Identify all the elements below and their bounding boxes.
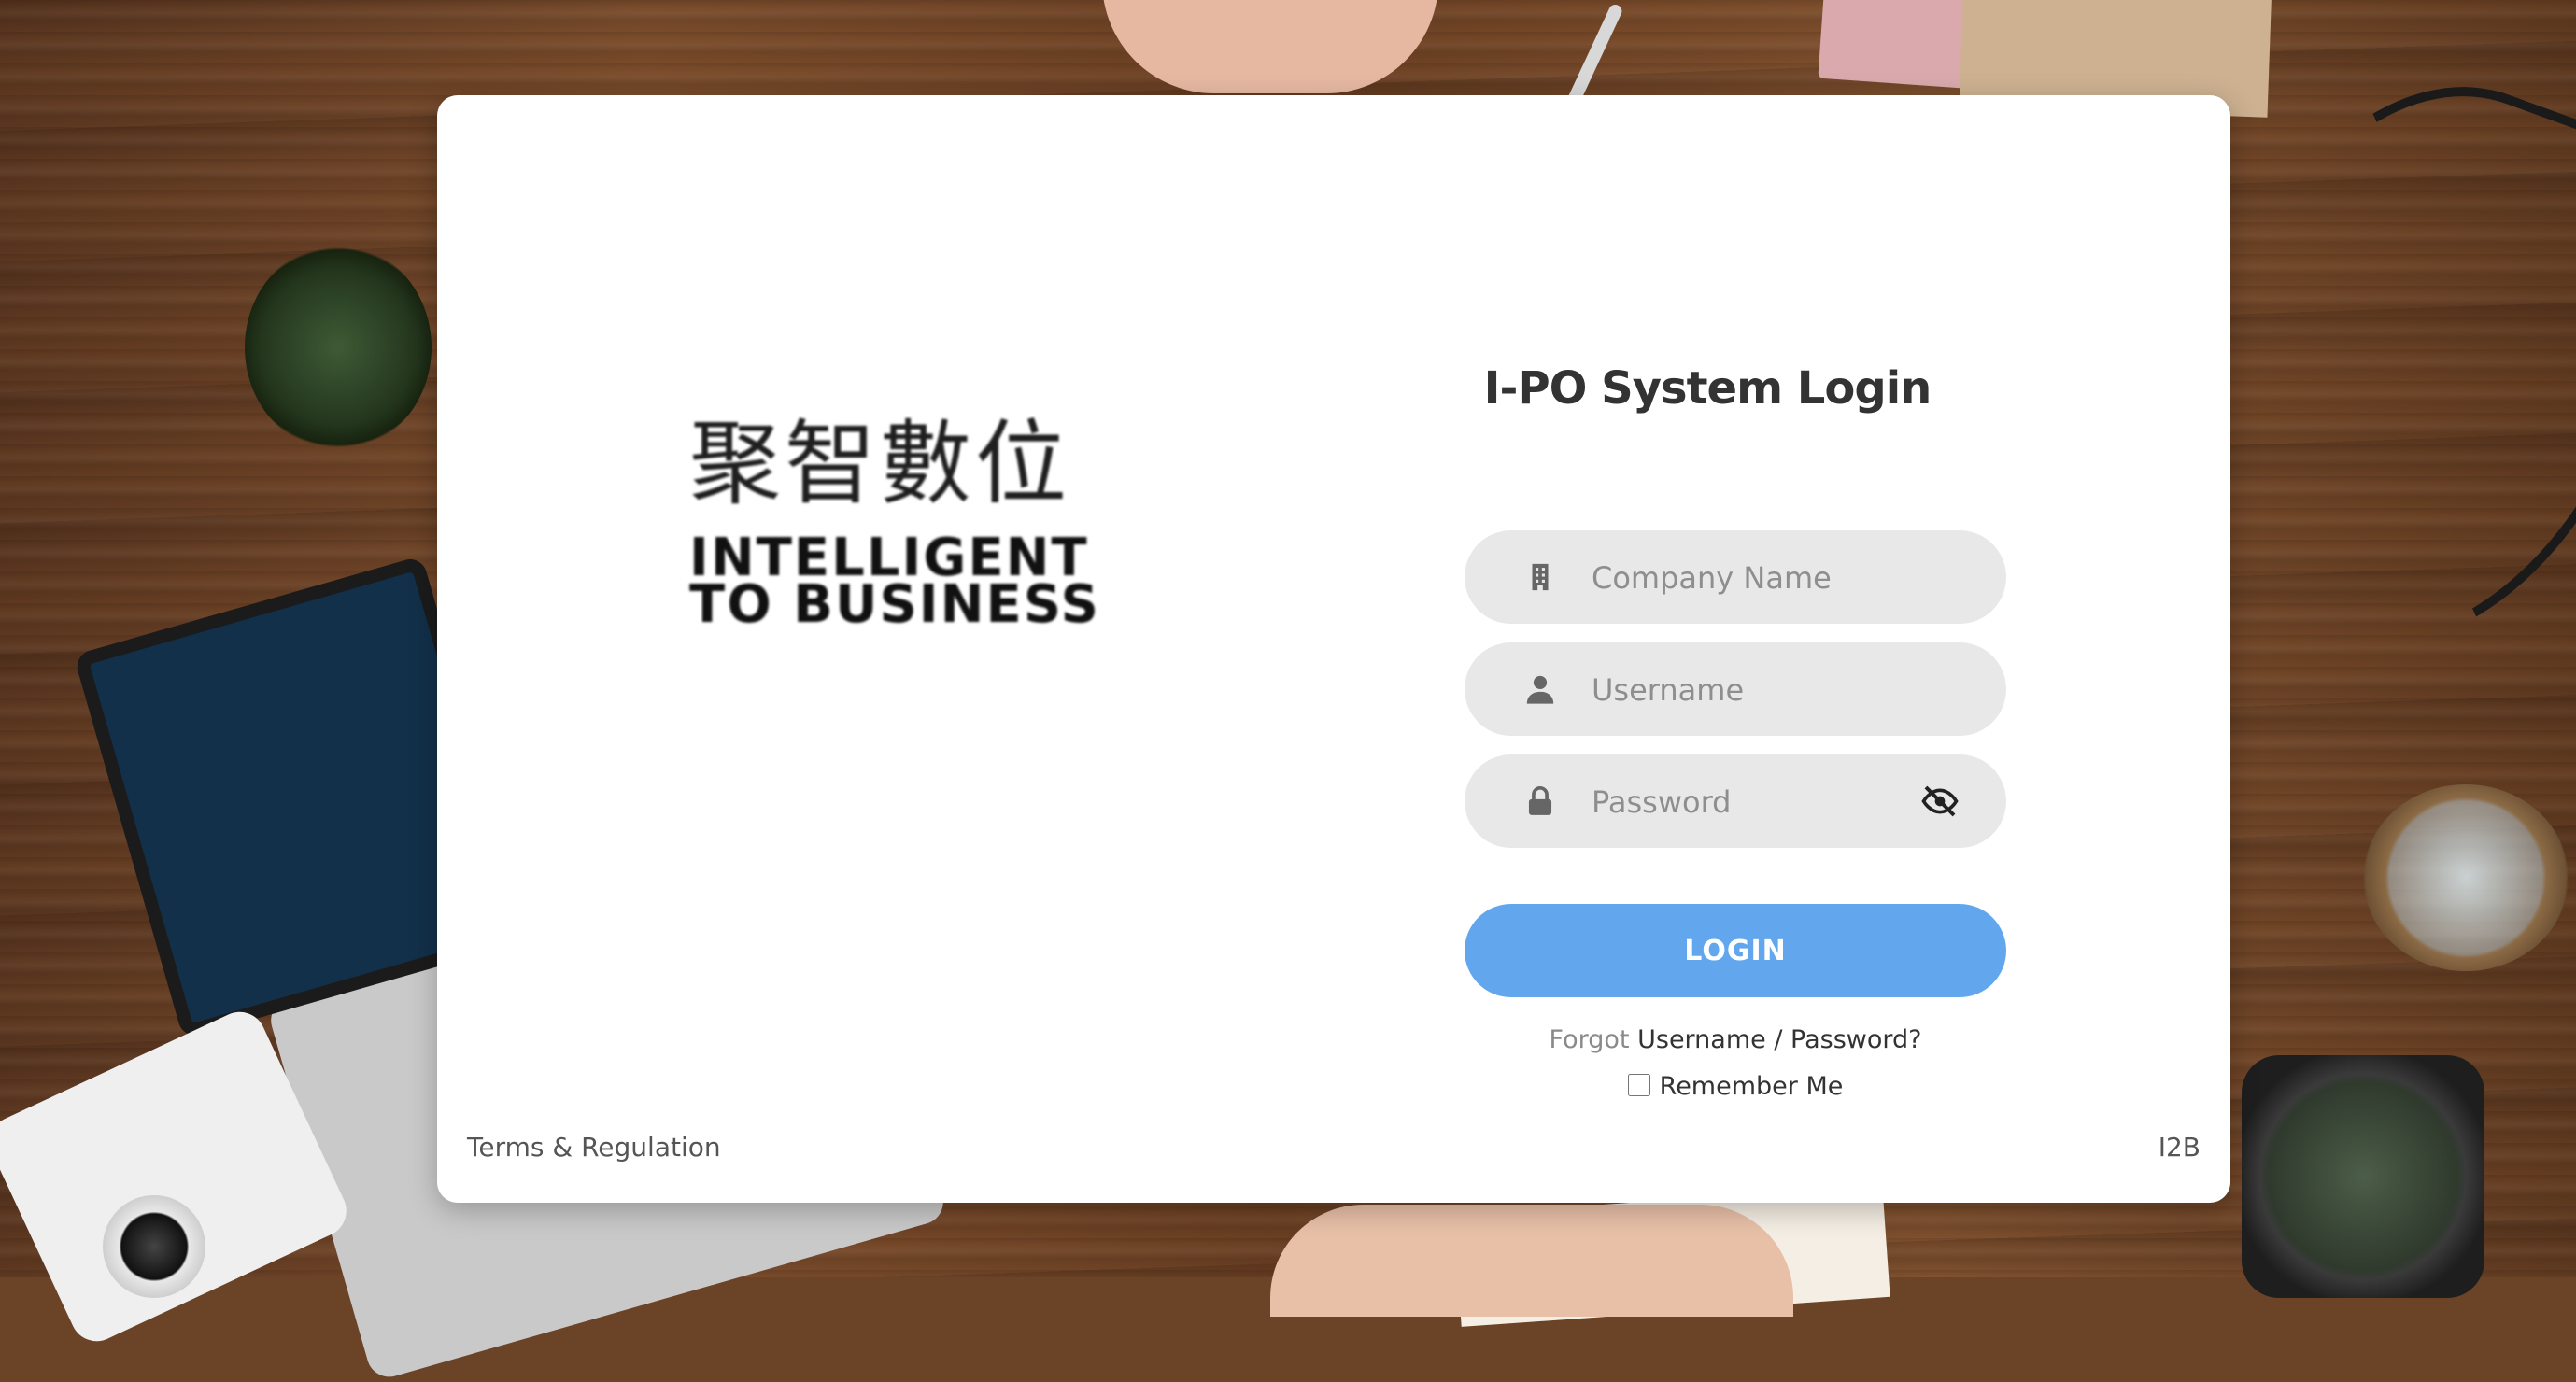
building-icon bbox=[1532, 563, 1549, 591]
company-name-input[interactable] bbox=[1590, 530, 1948, 626]
username-field[interactable] bbox=[1465, 642, 2006, 738]
eye-slash-icon[interactable] bbox=[1920, 783, 1960, 820]
logo-chinese-text: 聚智數位 bbox=[689, 411, 1071, 517]
login-card: 聚智數位 INTELLIGENT TO BUSINESS I-PO System… bbox=[437, 95, 2230, 1203]
background-plant bbox=[245, 245, 432, 450]
background-cactus bbox=[2242, 1055, 2484, 1298]
company-logo: 聚智數位 INTELLIGENT TO BUSINESS bbox=[689, 413, 1119, 635]
user-icon bbox=[1526, 675, 1554, 704]
password-input[interactable] bbox=[1590, 754, 1948, 850]
password-field[interactable] bbox=[1465, 754, 2006, 850]
logo-english-line2: TO BUSINESS bbox=[689, 574, 1100, 635]
brand-label: I2B bbox=[2158, 1132, 2201, 1163]
company-name-field[interactable] bbox=[1465, 530, 2006, 626]
background-glass bbox=[2363, 784, 2569, 971]
remember-me-label: Remember Me bbox=[1659, 1072, 1844, 1101]
terms-link[interactable]: Terms & Regulation bbox=[467, 1132, 721, 1163]
forgot-credentials: Forgot Username / Password? bbox=[1465, 1025, 2006, 1054]
forgot-username-password-link[interactable]: Username / Password? bbox=[1637, 1025, 1921, 1054]
background-hands-bottom bbox=[1270, 1205, 1793, 1317]
lock-icon bbox=[1528, 786, 1552, 815]
login-button[interactable]: LOGIN bbox=[1465, 904, 2006, 997]
remember-me-checkbox[interactable] bbox=[1627, 1074, 1650, 1096]
username-input[interactable] bbox=[1590, 642, 1948, 738]
logo-english-text: INTELLIGENT TO BUSINESS bbox=[689, 515, 1119, 635]
forgot-prefix: Forgot bbox=[1549, 1025, 1630, 1054]
page-title: I-PO System Login bbox=[1483, 362, 1932, 415]
background-camera-lens bbox=[103, 1195, 205, 1298]
remember-me[interactable]: Remember Me bbox=[1465, 1072, 2006, 1101]
